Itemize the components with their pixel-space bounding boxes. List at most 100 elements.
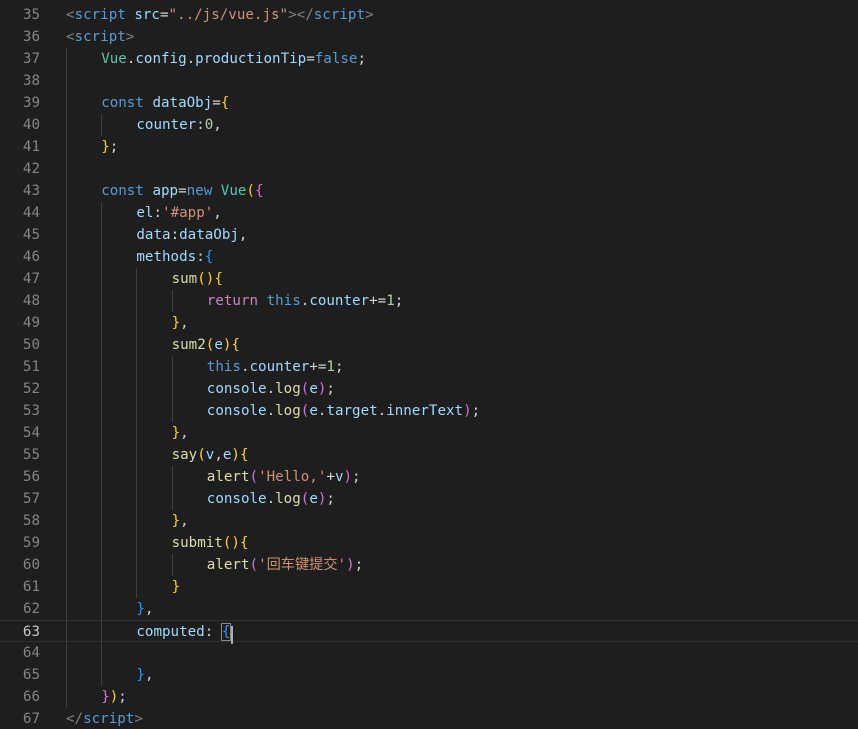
code-line[interactable]: 52 console.log(e); (0, 378, 858, 400)
code-token: computed (136, 624, 205, 640)
code-token: ; (326, 381, 335, 397)
code-line[interactable]: 54}, (0, 422, 858, 444)
code-token: . (266, 491, 276, 507)
code-line[interactable]: 36 <script> (0, 26, 858, 48)
line-number: 54 (22, 425, 40, 441)
code-line[interactable]: 59 submit(){ (0, 532, 858, 554)
code-token: log (275, 491, 301, 507)
code-line[interactable]: 39 const dataObj={ (0, 92, 858, 114)
line-code: submit(){ (172, 532, 249, 554)
code-token: . (377, 403, 387, 419)
line-number: 63 (22, 624, 40, 640)
code-line[interactable]: 56 alert('Hello,'+v); (0, 466, 858, 488)
line-code: console.log(e); (207, 378, 335, 400)
line-code: return this.counter+=1; (207, 290, 404, 312)
code-line[interactable]: 37 Vue.config.productionTip=false; (0, 48, 858, 70)
code-line[interactable]: 67 </script> (0, 708, 858, 729)
code-token: ; (471, 403, 481, 419)
code-token: ></ (288, 7, 314, 23)
code-line[interactable]: 50 sum2(e){ (0, 334, 858, 356)
code-token: ; (352, 469, 361, 485)
code-token: e (214, 337, 223, 353)
code-token: ; (357, 51, 367, 67)
code-line[interactable]: 47 sum(){ (0, 268, 858, 290)
line-code: console.log(e); (207, 488, 335, 510)
code-token: = (159, 7, 169, 23)
line-number: 48 (22, 293, 40, 309)
code-token: </ (66, 711, 84, 727)
code-token: = (212, 95, 221, 111)
code-editor[interactable]: 35 <script src="../js/vue.js"></script> 36… (0, 0, 858, 729)
code-token: counter (249, 359, 310, 375)
code-token: : (204, 624, 214, 640)
code-line[interactable]: 63 computed: { (0, 620, 858, 642)
code-line[interactable]: 40 counter:0, (0, 114, 858, 136)
line-code: counter:0, (136, 114, 221, 136)
code-line[interactable]: 46 methods:{ (0, 246, 858, 268)
code-token: > (134, 711, 143, 727)
line-number: 40 (22, 117, 40, 133)
line-code: alert('Hello,'+v); (207, 466, 361, 488)
code-token: { (214, 271, 223, 287)
line-code: } (172, 576, 181, 598)
code-token: { (254, 183, 264, 199)
code-token: > (364, 7, 374, 23)
code-token: dataObj (152, 95, 213, 111)
line-number: 49 (22, 315, 40, 331)
code-token: { (220, 623, 232, 641)
code-line[interactable]: 58}, (0, 510, 858, 532)
code-token: script (313, 7, 365, 23)
code-line[interactable]: 65}, (0, 664, 858, 686)
code-token: v (334, 469, 344, 485)
line-code: data:dataObj, (136, 224, 247, 246)
code-line[interactable]: 53 console.log(e.target.innerText); (0, 400, 858, 422)
line-code: <script> (66, 26, 134, 48)
code-token: innerText (386, 403, 464, 419)
code-line[interactable]: 57 console.log(e); (0, 488, 858, 510)
code-token: , (213, 117, 222, 133)
text-cursor (231, 626, 234, 644)
code-line[interactable]: 38 (0, 70, 858, 92)
line-code: alert('回车键提交'); (207, 554, 363, 576)
code-token: 0 (204, 117, 214, 133)
line-number: 56 (22, 469, 40, 485)
code-token: : (196, 249, 205, 265)
code-token: const (101, 183, 144, 199)
code-line[interactable]: 62}, (0, 598, 858, 620)
code-token: e (309, 381, 318, 397)
code-token: Vue (220, 183, 247, 199)
code-line[interactable]: 51 this.counter+=1; (0, 356, 858, 378)
code-token: script (83, 711, 135, 727)
code-token: , (144, 601, 154, 617)
code-token: : (153, 205, 163, 221)
line-number: 36 (22, 29, 40, 45)
code-token: ; (334, 359, 344, 375)
code-line[interactable]: 43 const app=new Vue({ (0, 180, 858, 202)
code-line[interactable]: 45 data:dataObj, (0, 224, 858, 246)
code-line[interactable]: 64 (0, 642, 858, 664)
code-token: ; (326, 491, 335, 507)
code-line[interactable]: 55 say(v,e){ (0, 444, 858, 466)
code-token: config (135, 51, 187, 67)
code-line[interactable]: 44 el:'#app', (0, 202, 858, 224)
code-line[interactable]: 35 <script src="../js/vue.js"></script> (0, 4, 858, 26)
code-token: , (144, 667, 154, 683)
line-code: }, (172, 422, 189, 444)
code-line[interactable]: 42 (0, 158, 858, 180)
code-token: . (266, 381, 276, 397)
code-line[interactable]: 61} (0, 576, 858, 598)
code-line[interactable]: 49}, (0, 312, 858, 334)
code-line[interactable]: 41}; (0, 136, 858, 158)
code-token: productionTip (195, 51, 307, 67)
line-number: 45 (22, 227, 40, 243)
code-token: console (206, 491, 267, 507)
code-line[interactable]: 48 return this.counter+=1; (0, 290, 858, 312)
code-token: } (136, 667, 145, 683)
code-token: ( (249, 469, 259, 485)
code-token: this (266, 293, 301, 309)
code-token: = (178, 183, 187, 199)
code-line[interactable]: 66}); (0, 686, 858, 708)
code-line[interactable]: 60 alert('回车键提交'); (0, 554, 858, 576)
code-token: , (180, 315, 189, 331)
